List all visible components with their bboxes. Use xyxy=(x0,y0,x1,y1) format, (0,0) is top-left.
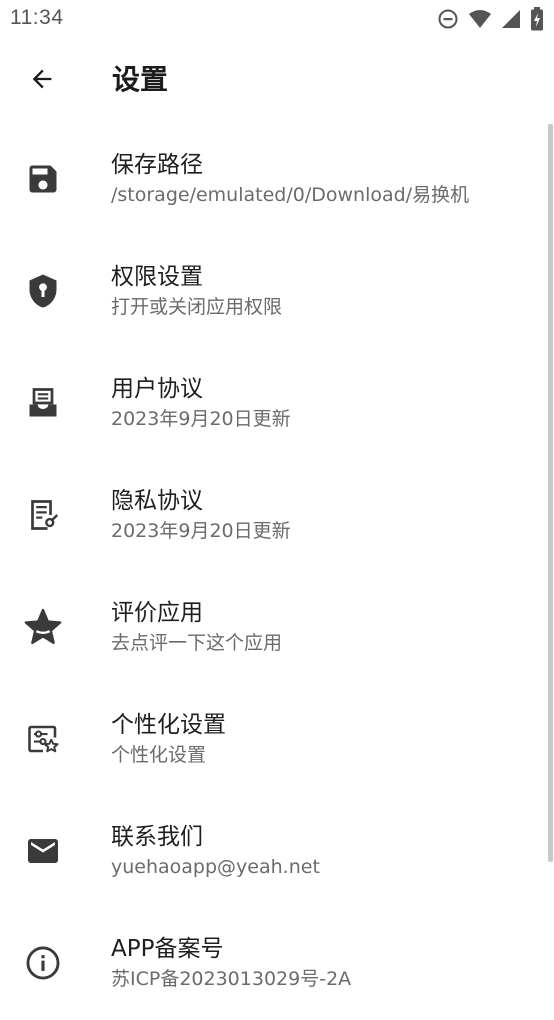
settings-list: 保存路径 /storage/emulated/0/Download/易换机 权限… xyxy=(0,124,554,1020)
setting-personalize[interactable]: 个性化设置 个性化设置 xyxy=(0,684,554,796)
setting-rate-app[interactable]: 评价应用 去点评一下这个应用 xyxy=(0,572,554,684)
setting-title: 联系我们 xyxy=(111,824,203,850)
setting-user-agreement[interactable]: 用户协议 2023年9月20日更新 xyxy=(0,348,554,460)
setting-permissions[interactable]: 权限设置 打开或关闭应用权限 xyxy=(0,236,554,348)
cell-signal-icon xyxy=(501,9,521,33)
setting-subtitle: 2023年9月20日更新 xyxy=(111,408,291,430)
setting-save-path[interactable]: 保存路径 /storage/emulated/0/Download/易换机 xyxy=(0,124,554,236)
setting-subtitle: 打开或关闭应用权限 xyxy=(111,296,283,318)
setting-privacy-agreement[interactable]: 隐私协议 2023年9月20日更新 xyxy=(0,460,554,572)
setting-title: 评价应用 xyxy=(111,600,203,626)
setting-title: 保存路径 xyxy=(111,152,203,178)
wifi-icon xyxy=(468,9,492,33)
setting-subtitle: /storage/emulated/0/Download/易换机 xyxy=(111,184,470,206)
setting-subtitle: 苏ICP备2023013029号-2A xyxy=(111,968,352,990)
star-icon xyxy=(23,607,63,651)
setting-subtitle: 去点评一下这个应用 xyxy=(111,632,283,654)
mail-icon xyxy=(25,833,61,873)
setting-app-registration[interactable]: APP备案号 苏ICP备2023013029号-2A xyxy=(0,908,554,1020)
setting-contact-us[interactable]: 联系我们 yuehaoapp@yeah.net xyxy=(0,796,554,908)
setting-subtitle: 2023年9月20日更新 xyxy=(111,520,291,542)
info-icon xyxy=(24,944,62,986)
personalize-icon xyxy=(25,721,61,761)
inbox-document-icon xyxy=(25,385,61,425)
status-time: 11:34 xyxy=(10,6,64,29)
status-bar: 11:34 xyxy=(0,0,554,40)
setting-subtitle: 个性化设置 xyxy=(111,744,207,766)
document-key-icon xyxy=(25,497,61,537)
battery-charging-icon xyxy=(530,7,544,35)
do-not-disturb-icon xyxy=(437,8,459,34)
page-title: 设置 xyxy=(112,63,169,96)
setting-title: 用户协议 xyxy=(111,376,203,402)
shield-key-icon xyxy=(25,273,61,313)
status-icons xyxy=(437,7,544,35)
setting-title: 隐私协议 xyxy=(111,488,203,514)
setting-title: APP备案号 xyxy=(111,936,224,962)
scrollbar[interactable] xyxy=(548,124,553,862)
app-bar: 设置 xyxy=(0,40,554,122)
back-button[interactable] xyxy=(21,60,63,102)
setting-subtitle: yuehaoapp@yeah.net xyxy=(111,856,320,878)
arrow-back-icon xyxy=(28,65,56,97)
setting-title: 个性化设置 xyxy=(111,712,226,738)
save-icon xyxy=(25,161,61,201)
setting-title: 权限设置 xyxy=(111,264,203,290)
